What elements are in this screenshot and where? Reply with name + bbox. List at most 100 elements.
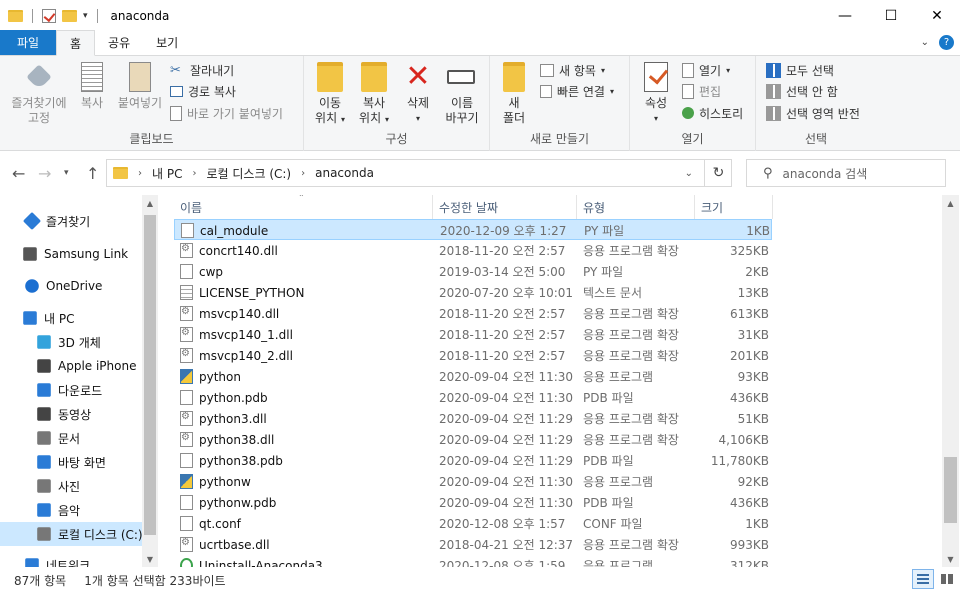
invert-selection-button[interactable]: 선택 영역 반전	[766, 103, 860, 123]
breadcrumb-local-disk[interactable]: 로컬 디스크 (C:)	[206, 165, 291, 182]
nav-pane-scrollbar[interactable]: ▲ ▼	[142, 195, 158, 567]
breadcrumb-chevron-icon[interactable]: ›	[192, 168, 196, 179]
search-box[interactable]: ⚲ anaconda 검색	[746, 159, 946, 187]
tab-home[interactable]: 홈	[56, 30, 96, 56]
file-row[interactable]: msvcp140_2.dll 2018-11-20 오전 2:57 응용 프로그램 …	[174, 345, 772, 366]
nav-item[interactable]: Samsung Link	[0, 242, 144, 266]
refresh-icon[interactable]: ↻	[704, 159, 732, 187]
pin-to-quick-access-button[interactable]: 즐겨찾기에 고정	[6, 62, 72, 126]
file-date: 2020-09-04 오전 11:29	[439, 412, 574, 426]
column-header-date[interactable]: 수정한 날짜	[433, 195, 577, 219]
file-row[interactable]: cwp 2019-03-14 오전 5:00 PY 파일 2KB	[174, 261, 772, 282]
nav-item[interactable]: 네트워크	[0, 553, 144, 567]
copy-button[interactable]: 복사	[76, 62, 108, 111]
tab-file[interactable]: 파일	[0, 30, 56, 55]
scroll-down-icon[interactable]: ▼	[942, 551, 959, 567]
text-file-icon	[180, 285, 193, 300]
nav-item[interactable]: 음악	[0, 498, 144, 522]
help-icon[interactable]: ?	[939, 35, 954, 50]
column-header-name[interactable]: 이름	[174, 195, 433, 219]
file-row[interactable]: msvcp140.dll 2018-11-20 오전 2:57 응용 프로그램 확장…	[174, 303, 772, 324]
column-header-size[interactable]: 크기	[695, 195, 773, 219]
file-list-scrollbar[interactable]: ▲ ▼	[942, 195, 959, 567]
recent-locations-chevron-icon[interactable]: ▾	[64, 168, 69, 178]
nav-item[interactable]: 내 PC	[0, 306, 144, 330]
easy-access-button[interactable]: 빠른 연결 ▾	[540, 81, 614, 101]
scroll-down-icon[interactable]: ▼	[142, 551, 158, 567]
breadcrumb-this-pc[interactable]: 내 PC	[152, 165, 182, 182]
delete-button[interactable]: ✕ 삭제 ▾	[402, 62, 434, 126]
file-date-cell: 2020-09-04 오전 11:30	[439, 492, 579, 513]
large-icons-view-button[interactable]	[936, 569, 958, 589]
maximize-button[interactable]: ☐	[868, 0, 914, 31]
rename-button[interactable]: 이름 바꾸기	[442, 62, 482, 126]
file-row[interactable]: Uninstall-Anaconda3 2020-12-08 오후 1:59 응용 …	[174, 555, 772, 567]
nav-item[interactable]: 3D 개체	[0, 330, 144, 354]
search-placeholder[interactable]: anaconda 검색	[783, 165, 868, 182]
file-date-cell: 2020-09-04 오전 11:29	[439, 429, 579, 450]
back-arrow-icon[interactable]: ←	[12, 164, 25, 183]
tab-share[interactable]: 공유	[95, 30, 143, 55]
edit-button[interactable]: 편집	[682, 81, 721, 101]
minimize-button[interactable]: —	[822, 0, 868, 31]
new-item-button[interactable]: 새 항목 ▾	[540, 60, 605, 80]
nav-item[interactable]: OneDrive	[0, 274, 144, 298]
move-to-button[interactable]: 이동 위치 ▾	[310, 62, 350, 127]
breadcrumb-chevron-icon[interactable]: ›	[301, 168, 305, 179]
cut-button[interactable]: ✂ 잘라내기	[170, 60, 234, 80]
file-row[interactable]: cal_module 2020-12-09 오후 1:27 PY 파일 1KB	[174, 219, 772, 240]
nav-item[interactable]: 문서	[0, 426, 144, 450]
file-row[interactable]: python.pdb 2020-09-04 오전 11:30 PDB 파일 436KB	[174, 387, 772, 408]
new-folder-button[interactable]: 새 폴더	[498, 62, 530, 126]
file-name: python38.dll	[199, 432, 275, 447]
history-button[interactable]: 히스토리	[682, 103, 743, 123]
file-row[interactable]: LICENSE_PYTHON 2020-07-20 오후 10:01 텍스트 문서 1…	[174, 282, 772, 303]
nav-item[interactable]: 바탕 화면	[0, 450, 144, 474]
paste-shortcut-button[interactable]: 바로 가기 붙여넣기	[170, 103, 283, 123]
customize-toolbar-dropdown[interactable]: ▾	[83, 11, 88, 21]
address-bar[interactable]: › 내 PC › 로컬 디스크 (C:) › anaconda ⌄	[106, 159, 732, 187]
nav-item[interactable]: 로컬 디스크 (C:)	[0, 522, 144, 546]
properties-icon[interactable]	[42, 8, 56, 23]
file-row[interactable]: python3.dll 2020-09-04 오전 11:29 응용 프로그램 확장…	[174, 408, 772, 429]
file-row[interactable]: qt.conf 2020-12-08 오후 1:57 CONF 파일 1KB	[174, 513, 772, 534]
close-button[interactable]: ✕	[914, 0, 960, 31]
breadcrumb-chevron-icon[interactable]: ›	[138, 168, 142, 179]
rename-label-2: 바꾸기	[445, 111, 479, 125]
file-row[interactable]: python38.pdb 2020-09-04 오전 11:29 PDB 파일 11,…	[174, 450, 772, 471]
up-arrow-icon[interactable]: ↑	[86, 164, 99, 183]
file-row[interactable]: ucrtbase.dll 2018-04-21 오전 12:37 응용 프로그램 확…	[174, 534, 772, 555]
scroll-up-icon[interactable]: ▲	[142, 195, 158, 211]
new-folder-icon[interactable]	[62, 9, 77, 22]
file-size-cell: 92KB	[695, 471, 769, 492]
breadcrumb-anaconda[interactable]: anaconda	[315, 166, 374, 180]
select-none-button[interactable]: 선택 안 함	[766, 81, 838, 101]
paste-shortcut-icon	[170, 105, 182, 121]
file-row[interactable]: python 2020-09-04 오전 11:30 응용 프로그램 93KB	[174, 366, 772, 387]
scroll-up-icon[interactable]: ▲	[942, 195, 959, 211]
file-row[interactable]: pythonw.pdb 2020-09-04 오전 11:30 PDB 파일 436K…	[174, 492, 772, 513]
nav-item[interactable]: 다운로드	[0, 378, 144, 402]
file-list-scroll-thumb[interactable]	[944, 457, 957, 523]
copy-path-button[interactable]: 경로 복사	[170, 81, 236, 101]
column-header-type[interactable]: 유형	[577, 195, 695, 219]
paste-button[interactable]: 붙여넣기	[114, 62, 166, 111]
file-row[interactable]: python38.dll 2020-09-04 오전 11:29 응용 프로그램 확…	[174, 429, 772, 450]
address-dropdown-chevron-icon[interactable]: ⌄	[685, 168, 693, 179]
details-view-button[interactable]	[912, 569, 934, 589]
select-all-button[interactable]: 모두 선택	[766, 60, 834, 80]
open-button[interactable]: 열기 ▾	[682, 60, 730, 80]
nav-item[interactable]: 즐겨찾기	[0, 209, 144, 233]
nav-pane-scroll-thumb[interactable]	[144, 215, 156, 535]
file-row[interactable]: pythonw 2020-09-04 오전 11:30 응용 프로그램 92KB	[174, 471, 772, 492]
expand-ribbon-icon[interactable]: ⌄	[921, 37, 929, 48]
file-row[interactable]: msvcp140_1.dll 2018-11-20 오전 2:57 응용 프로그램 …	[174, 324, 772, 345]
copy-to-button[interactable]: 복사 위치 ▾	[354, 62, 394, 127]
forward-arrow-icon[interactable]: →	[38, 164, 51, 183]
nav-item[interactable]: 사진	[0, 474, 144, 498]
properties-button[interactable]: 속성 ▾	[638, 62, 674, 126]
file-row[interactable]: concrt140.dll 2018-11-20 오전 2:57 응용 프로그램 확…	[174, 240, 772, 261]
nav-item[interactable]: 동영상	[0, 402, 144, 426]
nav-item[interactable]: Apple iPhone	[0, 354, 144, 378]
tab-view[interactable]: 보기	[143, 30, 191, 55]
